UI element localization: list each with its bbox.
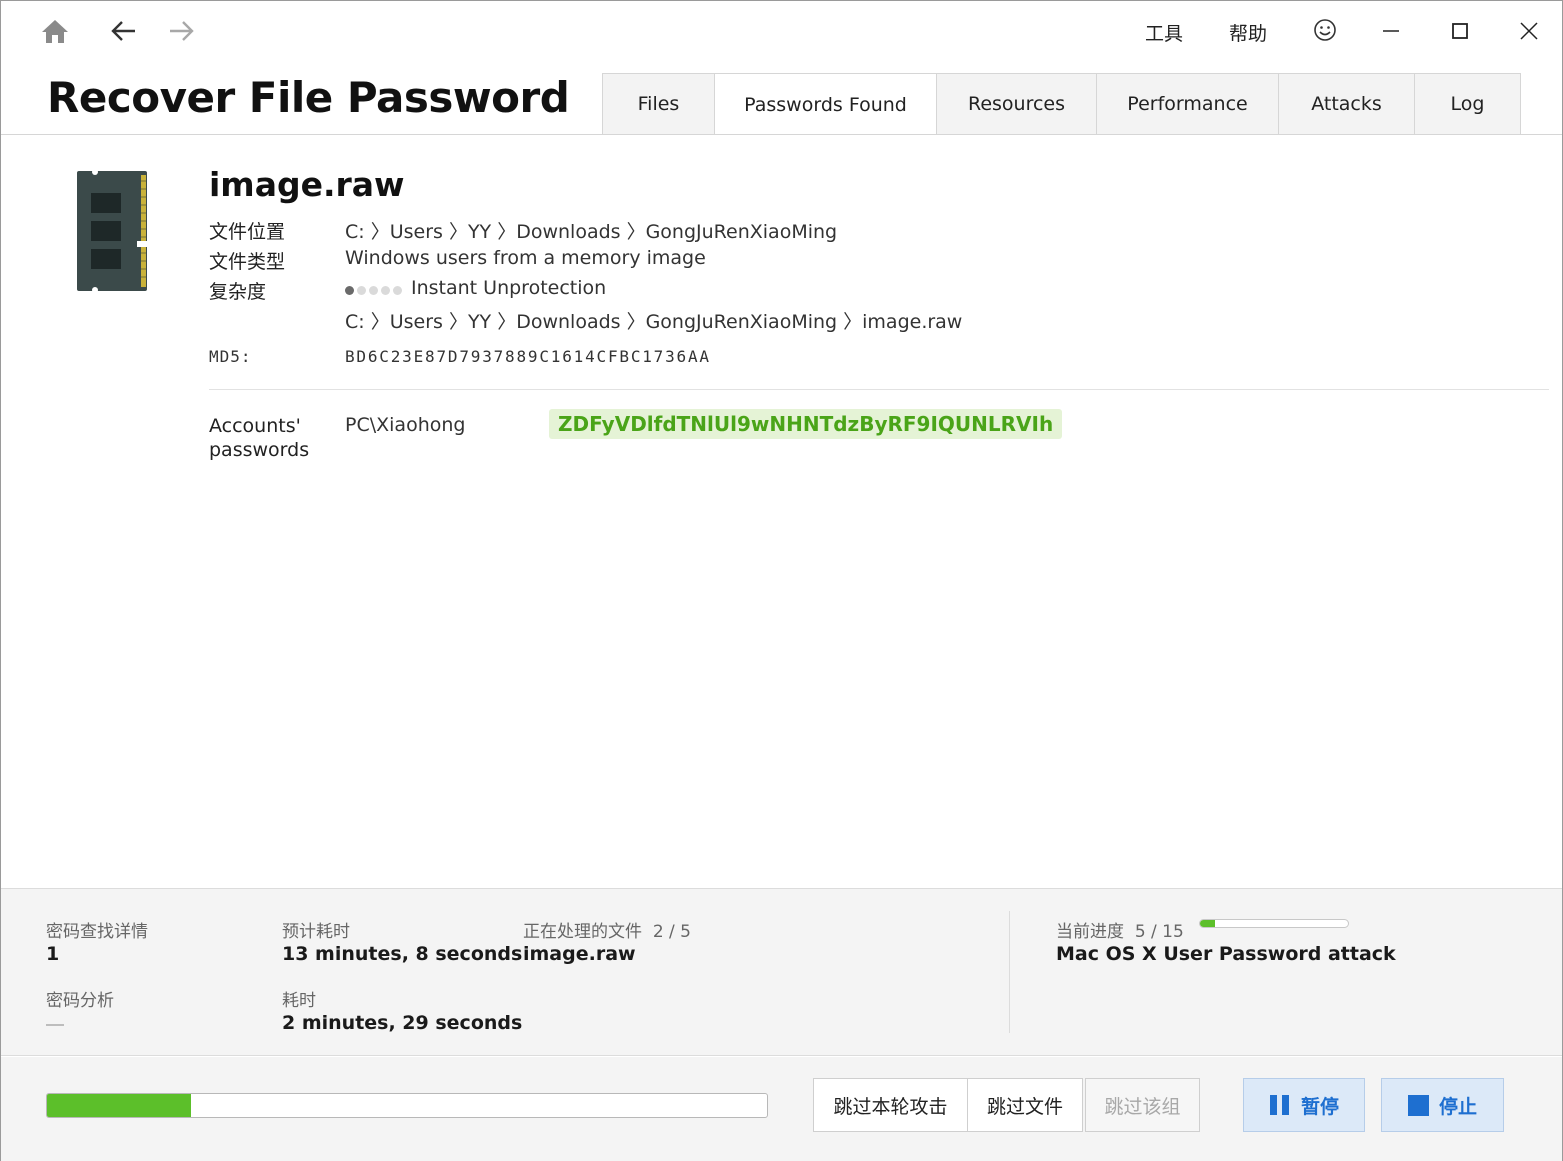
tab-files[interactable]: Files [602, 73, 715, 134]
home-icon[interactable] [37, 13, 73, 49]
complexity-dot [369, 285, 378, 295]
action-bar: 跳过本轮攻击 跳过文件 跳过该组 暂停 停止 [1, 1057, 1562, 1161]
found-password[interactable]: ZDFyVDlfdTNlUl9wNHNTdzByRF9IQUNLRVIh [549, 409, 1063, 439]
current-progress-fill [1200, 920, 1215, 927]
forward-arrow-icon[interactable] [164, 13, 200, 49]
app-window: 工具 帮助 Recover File Password Files Passwo… [0, 0, 1563, 1161]
location-label: 文件位置 [209, 221, 286, 243]
estimated-time-label: 预计耗时 [282, 922, 350, 942]
pause-button[interactable]: 暂停 [1243, 1078, 1365, 1132]
close-icon[interactable] [1506, 11, 1552, 51]
back-arrow-icon[interactable] [105, 13, 141, 49]
processing-file-value: image.raw [523, 943, 636, 965]
accounts-label: Accounts' passwords [209, 415, 310, 461]
account-name: PC\Xiaohong [345, 414, 466, 436]
password-analysis-label: 密码分析 [46, 991, 114, 1011]
skip-group-button[interactable]: 跳过该组 [1085, 1078, 1200, 1132]
full-path-value[interactable]: C: 〉Users 〉YY 〉Downloads 〉GongJuRenXiaoM… [345, 307, 962, 334]
location-value[interactable]: C: 〉Users 〉YY 〉Downloads 〉GongJuRenXiaoM… [345, 217, 837, 244]
menu-tools[interactable]: 工具 [1145, 19, 1183, 46]
page-title: Recover File Password [47, 73, 570, 122]
stats-separator [1009, 911, 1010, 1033]
minimize-icon[interactable] [1368, 11, 1414, 51]
current-progress-bar [1199, 919, 1349, 928]
pause-label: 暂停 [1300, 1095, 1339, 1118]
file-name: image.raw [209, 165, 405, 204]
content-divider [209, 389, 1549, 390]
current-progress-label: 当前进度 5 / 15 [1056, 922, 1184, 942]
found-details-value: 1 [46, 943, 60, 965]
maximize-icon[interactable] [1437, 11, 1483, 51]
tab-performance[interactable]: Performance [1096, 73, 1279, 134]
md5-label: MD5: [209, 347, 252, 366]
memory-module-icon [75, 169, 149, 293]
tab-resources[interactable]: Resources [936, 73, 1097, 134]
tab-bar: Files Passwords Found Resources Performa… [602, 73, 1521, 135]
complexity-dot [357, 285, 366, 295]
processing-file-label: 正在处理的文件 2 / 5 [523, 922, 691, 942]
stop-label: 停止 [1438, 1095, 1477, 1118]
password-analysis-empty [46, 1024, 64, 1026]
type-value: Windows users from a memory image [345, 247, 706, 269]
skip-round-button[interactable]: 跳过本轮攻击 [813, 1078, 968, 1132]
title-bar: 工具 帮助 [1, 1, 1562, 63]
md5-value: BD6C23E87D7937889C1614CFBC1736AA [345, 347, 711, 366]
current-progress-count: 5 / 15 [1134, 922, 1184, 942]
type-label: 文件类型 [209, 251, 286, 273]
overall-progress-bar [46, 1093, 768, 1118]
elapsed-time-label: 耗时 [282, 991, 316, 1011]
stop-button[interactable]: 停止 [1381, 1078, 1504, 1132]
estimated-time-value: 13 minutes, 8 seconds [282, 943, 523, 965]
complexity-dot [393, 285, 402, 295]
tab-log[interactable]: Log [1414, 73, 1521, 134]
smiley-feedback-icon[interactable] [1307, 12, 1343, 48]
complexity-value: Instant Unprotection [345, 277, 606, 300]
elapsed-time-value: 2 minutes, 29 seconds [282, 1012, 523, 1034]
pause-icon [1269, 1094, 1291, 1116]
complexity-text: Instant Unprotection [411, 277, 607, 299]
complexity-dot [345, 285, 354, 295]
current-attack-value: Mac OS X User Password attack [1056, 943, 1396, 965]
tab-attacks[interactable]: Attacks [1278, 73, 1415, 134]
status-panel: 密码查找详情 1 密码分析 预计耗时 13 minutes, 8 seconds… [1, 888, 1562, 1056]
complexity-dots [345, 278, 405, 300]
menu-help[interactable]: 帮助 [1229, 19, 1267, 46]
processing-file-count: 2 / 5 [652, 922, 691, 942]
stop-icon [1407, 1094, 1429, 1116]
overall-progress-fill [47, 1094, 191, 1117]
complexity-label: 复杂度 [209, 281, 267, 303]
skip-file-button[interactable]: 跳过文件 [967, 1078, 1083, 1132]
passwords-found-panel: image.raw 文件位置 C: 〉Users 〉YY 〉Downloads … [1, 135, 1562, 888]
tab-passwords-found[interactable]: Passwords Found [714, 73, 937, 135]
complexity-dot [381, 285, 390, 295]
found-details-label: 密码查找详情 [46, 922, 148, 942]
